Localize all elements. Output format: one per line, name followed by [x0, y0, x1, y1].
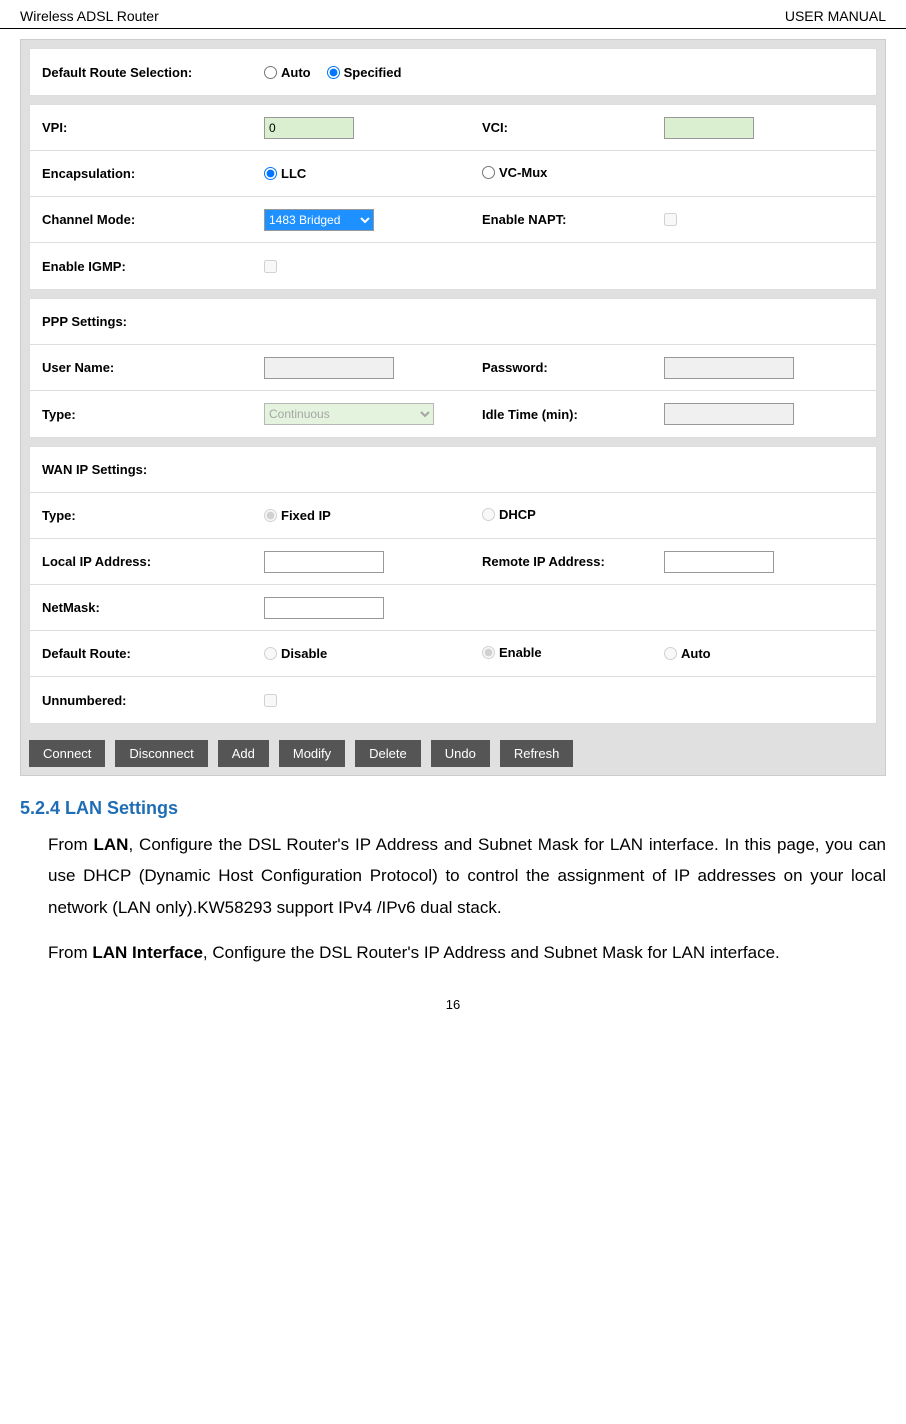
section-heading: 5.2.4 LAN Settings	[20, 798, 886, 819]
encapsulation-label: Encapsulation:	[30, 158, 260, 189]
paragraph-2: From LAN Interface, Configure the DSL Ro…	[20, 937, 886, 968]
wan-ip-label: WAN IP Settings:	[30, 454, 260, 485]
vpi-input[interactable]	[264, 117, 354, 139]
dr-disable-radio[interactable]	[264, 647, 277, 660]
local-ip-label: Local IP Address:	[30, 546, 260, 577]
refresh-button[interactable]: Refresh	[500, 740, 574, 767]
enable-igmp-label: Enable IGMP:	[30, 251, 260, 282]
netmask-input[interactable]	[264, 597, 384, 619]
dr-auto-label: Auto	[681, 646, 711, 661]
button-bar: Connect Disconnect Add Modify Delete Und…	[21, 732, 885, 775]
paragraph-1: From LAN, Configure the DSL Router's IP …	[20, 829, 886, 923]
remote-ip-input[interactable]	[664, 551, 774, 573]
modify-button[interactable]: Modify	[279, 740, 345, 767]
dhcp-label: DHCP	[499, 507, 536, 522]
channel-mode-label: Channel Mode:	[30, 204, 260, 235]
delete-button[interactable]: Delete	[355, 740, 421, 767]
fixed-ip-label: Fixed IP	[281, 508, 331, 523]
unnumbered-label: Unnumbered:	[30, 685, 260, 716]
ppp-settings-label: PPP Settings:	[30, 306, 260, 337]
page-number: 16	[0, 983, 906, 1026]
panel-default-route: Default Route Selection: Auto Specified	[29, 48, 877, 96]
dhcp-radio[interactable]	[482, 508, 495, 521]
dr-enable-radio[interactable]	[482, 646, 495, 659]
add-button[interactable]: Add	[218, 740, 269, 767]
channel-mode-select[interactable]: 1483 Bridged	[264, 209, 374, 231]
idle-time-label: Idle Time (min):	[470, 399, 660, 430]
panel-atm: VPI: VCI: Encapsulation: LLC	[29, 104, 877, 290]
wan-type-label: Type:	[30, 500, 260, 531]
username-input[interactable]	[264, 357, 394, 379]
default-route-auto-radio[interactable]	[264, 66, 277, 79]
netmask-label: NetMask:	[30, 592, 260, 623]
header-left: Wireless ADSL Router	[20, 8, 159, 24]
default-route-specified-label: Specified	[344, 65, 402, 80]
fixed-ip-radio[interactable]	[264, 509, 277, 522]
remote-ip-label: Remote IP Address:	[470, 546, 660, 577]
unnumbered-checkbox[interactable]	[264, 694, 277, 707]
router-config-panel: Default Route Selection: Auto Specified …	[20, 39, 886, 776]
vpi-label: VPI:	[30, 112, 260, 143]
dr-auto-radio[interactable]	[664, 647, 677, 660]
panel-wan-ip: WAN IP Settings: Type: Fixed IP DHCP	[29, 446, 877, 724]
dr-disable-label: Disable	[281, 646, 327, 661]
llc-radio[interactable]	[264, 167, 277, 180]
header-right: USER MANUAL	[785, 8, 886, 24]
default-route2-label: Default Route:	[30, 638, 260, 669]
password-input[interactable]	[664, 357, 794, 379]
vci-label: VCI:	[470, 112, 660, 143]
connect-button[interactable]: Connect	[29, 740, 105, 767]
vci-input[interactable]	[664, 117, 754, 139]
default-route-specified-radio[interactable]	[327, 66, 340, 79]
type-select[interactable]: Continuous	[264, 403, 434, 425]
undo-button[interactable]: Undo	[431, 740, 490, 767]
username-label: User Name:	[30, 352, 260, 383]
panel-ppp: PPP Settings: User Name: Password: Type:…	[29, 298, 877, 438]
type-label: Type:	[30, 399, 260, 430]
llc-label: LLC	[281, 166, 306, 181]
vcmux-radio[interactable]	[482, 166, 495, 179]
vcmux-label: VC-Mux	[499, 165, 547, 180]
password-label: Password:	[470, 352, 660, 383]
enable-napt-label: Enable NAPT:	[470, 204, 660, 235]
enable-igmp-checkbox[interactable]	[264, 260, 277, 273]
idle-time-input[interactable]	[664, 403, 794, 425]
disconnect-button[interactable]: Disconnect	[115, 740, 207, 767]
default-route-auto-label: Auto	[281, 65, 311, 80]
enable-napt-checkbox[interactable]	[664, 213, 677, 226]
dr-enable-label: Enable	[499, 645, 542, 660]
default-route-label: Default Route Selection:	[30, 57, 260, 88]
local-ip-input[interactable]	[264, 551, 384, 573]
